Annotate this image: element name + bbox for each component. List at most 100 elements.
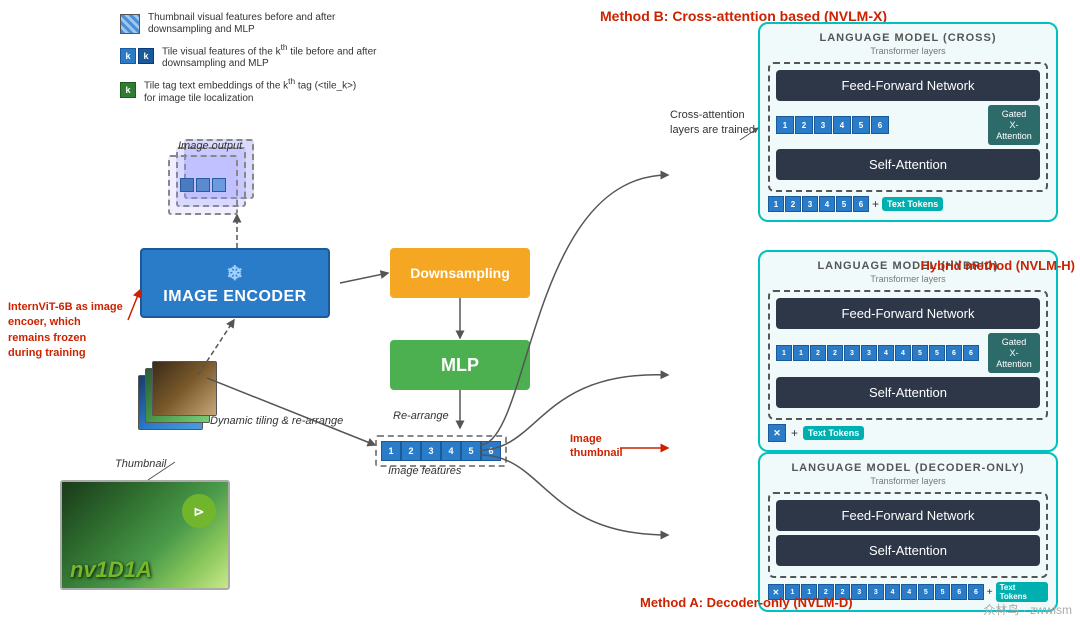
hybrid-tile-2a: 2 (810, 345, 826, 361)
legend-text-2: Tile visual features of the kth tile bef… (162, 42, 382, 70)
cross-attention-label: Cross-attentionlayers are trained (670, 108, 755, 139)
decoder-t3a: 3 (851, 584, 867, 600)
image-encoder-box: ❄ IMAGE ENCODER (140, 248, 330, 318)
cross-transformer-block: Feed-Forward Network 1 2 3 4 5 6 GatedX-… (768, 62, 1048, 192)
hybrid-tile-6b: 6 (963, 345, 979, 361)
cross-ffn: Feed-Forward Network (776, 70, 1040, 101)
hybrid-tile-1a: 1 (776, 345, 792, 361)
panel-decoder: LANGUAGE MODEL (DECODER-ONLY) Transforme… (758, 452, 1058, 612)
hybrid-self-attn: Self-Attention (776, 377, 1040, 408)
cross-tok-5: 5 (836, 196, 852, 212)
cross-self-attn: Self-Attention (776, 149, 1040, 180)
hybrid-transformer-block: Feed-Forward Network 1 1 2 2 3 3 4 4 5 5… (768, 290, 1048, 420)
legend-item-3: k Tile tag text embeddings of the kth ta… (120, 76, 382, 104)
feature-tile-3: 3 (421, 441, 441, 461)
method-a-label: Method A: Decoder-only (NVLM-D) (640, 595, 853, 610)
hybrid-tile-5a: 5 (912, 345, 928, 361)
nvidia-logo-circle: ⊳ (180, 492, 218, 535)
hybrid-tile-1b: 1 (793, 345, 809, 361)
panel-hybrid: LANGUAGE MODEL (HYBRID) Transformer laye… (758, 250, 1058, 452)
legend-text-3: Tile tag text embeddings of the kth tag … (144, 76, 364, 104)
hybrid-text-tokens: Text Tokens (803, 426, 864, 440)
decoder-t5b: 5 (935, 584, 951, 600)
decoder-self-attn: Self-Attention (776, 535, 1040, 566)
decoder-ffn: Feed-Forward Network (776, 500, 1040, 531)
cross-gated-box: GatedX-Attention (988, 105, 1040, 145)
hybrid-tile-5b: 5 (929, 345, 945, 361)
hybrid-ffn: Feed-Forward Network (776, 298, 1040, 329)
rearrange-label: Re-arrange (393, 410, 449, 422)
cross-tile-6: 6 (871, 116, 889, 134)
cross-tile-5: 5 (852, 116, 870, 134)
cross-tile-1: 1 (776, 116, 794, 134)
cross-text-tokens: Text Tokens (882, 197, 943, 211)
hybrid-thumb-tile: ✕ (768, 424, 786, 442)
panel-cross-subtitle: Transformer layers (768, 46, 1048, 56)
hybrid-token-row: ✕ + Text Tokens (768, 424, 1048, 442)
panel-decoder-header: LANGUAGE MODEL (DECODER-ONLY) (768, 462, 1048, 474)
cross-gated-row: 1 2 3 4 5 6 GatedX-Attention (776, 105, 1040, 145)
feature-tile-4: 4 (441, 441, 461, 461)
mlp-label: MLP (441, 355, 479, 376)
legend-icon-tile-k2: k (138, 48, 154, 64)
watermark: 众林鸟 · zwwlsm (983, 601, 1072, 618)
image-output-label: Image output (178, 140, 242, 152)
cross-token-row: 1 2 3 4 5 6 + Text Tokens (768, 196, 1048, 212)
decoder-text-tokens: Text Tokens (996, 582, 1048, 602)
image-features-label: Image features (388, 465, 461, 477)
legend-icon-tag: k (120, 82, 136, 98)
hybrid-tile-2b: 2 (827, 345, 843, 361)
cross-tile-tokens: 1 2 3 4 5 6 (776, 116, 984, 134)
dynamic-tiling-label: Dynamic tiling & re-arrange (210, 415, 343, 427)
hybrid-tile-3a: 3 (844, 345, 860, 361)
hybrid-tile-4a: 4 (878, 345, 894, 361)
image-encoder-label: IMAGE ENCODER (163, 288, 306, 306)
downsampling-box: Downsampling (390, 248, 530, 298)
image-thumbnail-label: Imagethumbnail (570, 432, 623, 461)
diagram-container: Method B: Cross-attention based (NVLM-X)… (0, 0, 1080, 626)
legend: Thumbnail visual features before and aft… (120, 12, 382, 105)
panel-cross-header: LANGUAGE MODEL (CROSS) (768, 32, 1048, 44)
snowflake-icon: ❄ (226, 261, 243, 286)
hybrid-method-label: Hybrid method (NVLM-H) (920, 258, 1075, 275)
image-thumbnail-area: Imagethumbnail (570, 432, 623, 461)
hybrid-tile-tokens: 1 1 2 2 3 3 4 4 5 5 6 6 (776, 345, 984, 361)
cross-attention-text: Cross-attentionlayers are trained (670, 109, 755, 136)
cross-tile-4: 4 (833, 116, 851, 134)
cross-tok-6: 6 (853, 196, 869, 212)
svg-text:⊳: ⊳ (194, 504, 205, 519)
decoder-plus: + (987, 587, 993, 598)
decoder-t6a: 6 (951, 584, 967, 600)
nvidia-text: nv1D1A (70, 557, 152, 583)
nvidia-image: nv1D1A ⊳ (60, 480, 230, 590)
output-tile-1 (168, 155, 238, 215)
feature-tile-6: 6 (481, 441, 501, 461)
hybrid-tile-4b: 4 (895, 345, 911, 361)
cross-plus: + (872, 197, 879, 211)
watermark-icon: 众林鸟 · (983, 603, 1030, 617)
decoder-transformer-block: Feed-Forward Network Self-Attention (768, 492, 1048, 578)
feature-tile-1: 1 (381, 441, 401, 461)
cross-tok-2: 2 (785, 196, 801, 212)
legend-text-1: Thumbnail visual features before and aft… (148, 12, 368, 36)
legend-icon-tile-k1: k (120, 48, 136, 64)
left-annotation: InternViT-6B as image encoer, which rema… (8, 300, 123, 362)
legend-icon-thumbnail (120, 14, 140, 34)
image-features-row: 1 2 3 4 5 6 (375, 435, 507, 467)
hybrid-gated-row: 1 1 2 2 3 3 4 4 5 5 6 6 GatedX-Attention (776, 333, 1040, 373)
panel-decoder-subtitle: Transformer layers (768, 476, 1048, 486)
thumbnail-label: Thumbnail (115, 458, 166, 470)
cross-tile-2: 2 (795, 116, 813, 134)
legend-item-1: Thumbnail visual features before and aft… (120, 12, 382, 36)
cross-tile-3: 3 (814, 116, 832, 134)
decoder-t4b: 4 (901, 584, 917, 600)
panel-cross: LANGUAGE MODEL (CROSS) Transformer layer… (758, 22, 1058, 222)
decoder-t6b: 6 (968, 584, 984, 600)
watermark-text: zwwlsm (1030, 603, 1072, 617)
hybrid-tile-3b: 3 (861, 345, 877, 361)
downsampling-label: Downsampling (410, 265, 510, 281)
nvidia-icon (152, 361, 217, 416)
panel-hybrid-subtitle: Transformer layers (768, 274, 1048, 284)
cross-tok-3: 3 (802, 196, 818, 212)
feature-tile-2: 2 (401, 441, 421, 461)
